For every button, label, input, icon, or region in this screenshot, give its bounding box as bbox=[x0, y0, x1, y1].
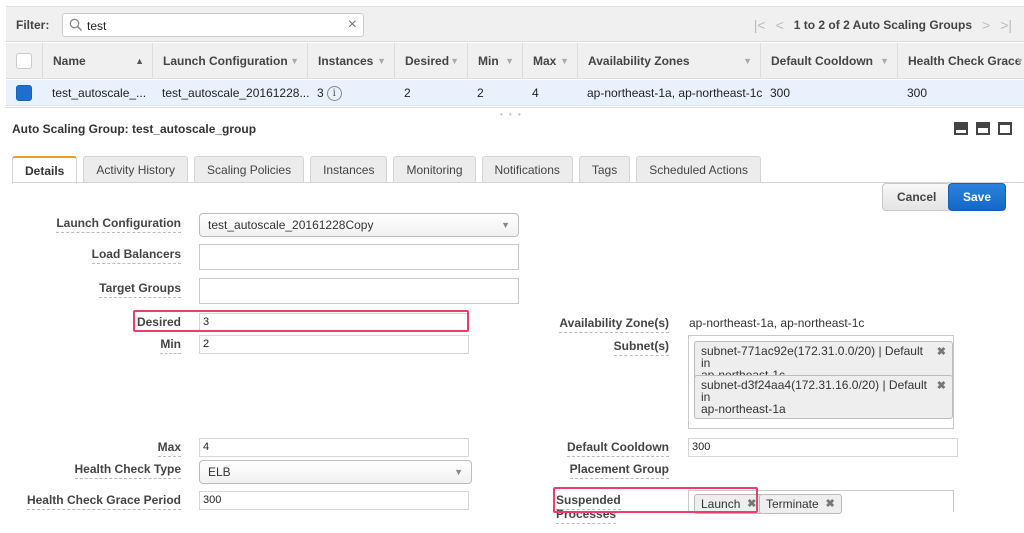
sort-icon: ▼ bbox=[450, 56, 459, 66]
first-page-icon[interactable]: |< bbox=[754, 17, 766, 33]
detail-tabs: Details Activity History Scaling Policie… bbox=[12, 156, 761, 184]
save-button[interactable]: Save bbox=[948, 183, 1007, 211]
health-check-type-select[interactable]: ELB ▼ bbox=[199, 460, 472, 484]
info-icon[interactable]: i bbox=[326, 86, 342, 102]
column-header-health-check-grace[interactable]: Health Check Grace ▼ bbox=[897, 43, 1024, 79]
remove-subnet-icon[interactable]: ✖ bbox=[937, 380, 946, 392]
table-header: Name ▲ Launch Configuration ▼ Instances ▼ D… bbox=[6, 43, 1024, 79]
tab-details[interactable]: Details bbox=[12, 156, 78, 184]
cell-health-check-grace: 300 bbox=[907, 86, 928, 100]
min-input[interactable]: 2 bbox=[199, 335, 469, 354]
pagination: |< < 1 to 2 of 2 Auto Scaling Groups > >… bbox=[754, 17, 1012, 33]
row-checkbox[interactable] bbox=[16, 85, 32, 101]
remove-subnet-icon[interactable]: ✖ bbox=[937, 346, 946, 358]
desired-input[interactable]: 3 bbox=[199, 313, 469, 332]
cell-launch-configuration: test_autoscale_20161228... bbox=[162, 86, 310, 100]
sort-asc-icon: ▲ bbox=[135, 56, 144, 66]
pagination-text: 1 to 2 of 2 Auto Scaling Groups bbox=[793, 18, 972, 32]
sort-icon: ▼ bbox=[560, 56, 569, 66]
availability-zones-value: ap-northeast-1a, ap-northeast-1c bbox=[689, 316, 865, 330]
sort-icon: ▼ bbox=[377, 56, 386, 66]
column-header-default-cooldown[interactable]: Default Cooldown ▼ bbox=[760, 43, 897, 79]
filter-label: Filter: bbox=[16, 18, 50, 32]
cell-default-cooldown: 300 bbox=[770, 86, 791, 100]
default-cooldown-input[interactable]: 300 bbox=[688, 438, 958, 457]
panel-resize-handle[interactable]: • • • bbox=[500, 110, 523, 119]
suspended-process-chip: Launch ✖ bbox=[694, 494, 764, 514]
sort-icon: ▼ bbox=[1015, 56, 1024, 66]
panel-title: Auto Scaling Group: test_autoscale_group bbox=[12, 122, 257, 136]
health-check-grace-period-label: Health Check Grace Period bbox=[20, 493, 181, 510]
suspended-process-chip: Terminate ✖ bbox=[759, 494, 842, 514]
prev-page-icon[interactable]: < bbox=[776, 17, 784, 33]
dropdown-caret-icon: ▼ bbox=[501, 220, 510, 230]
default-cooldown-label: Default Cooldown bbox=[540, 440, 669, 457]
max-label: Max bbox=[30, 440, 181, 457]
min-label: Min bbox=[30, 337, 181, 354]
column-header-availability-zones[interactable]: Availability Zones ▼ bbox=[577, 43, 760, 79]
search-icon bbox=[69, 18, 83, 32]
remove-process-icon[interactable]: ✖ bbox=[825, 495, 834, 513]
tab-notifications[interactable]: Notifications bbox=[481, 156, 573, 183]
cell-min: 2 bbox=[477, 86, 484, 100]
load-balancers-input[interactable] bbox=[199, 244, 519, 270]
subnets-multiselect[interactable]: subnet-771ac92e(172.31.0.0/20) | Default… bbox=[688, 335, 954, 429]
sort-icon: ▼ bbox=[290, 56, 299, 66]
column-header-launch-configuration[interactable]: Launch Configuration ▼ bbox=[152, 43, 307, 79]
tab-scaling-policies[interactable]: Scaling Policies bbox=[194, 156, 305, 183]
clear-filter-icon[interactable]: × bbox=[348, 16, 357, 34]
cell-name: test_autoscale_... bbox=[52, 86, 147, 100]
tab-activity-history[interactable]: Activity History bbox=[83, 156, 189, 183]
target-groups-label: Target Groups bbox=[30, 281, 181, 298]
layout-bottom-small-icon[interactable] bbox=[954, 122, 968, 135]
sort-icon: ▼ bbox=[743, 56, 752, 66]
column-header-instances[interactable]: Instances ▼ bbox=[307, 43, 394, 79]
filter-bar: Filter: test × |< < 1 to 2 of 2 Auto Sca… bbox=[6, 6, 1024, 42]
filter-input[interactable]: test × bbox=[62, 13, 364, 37]
cell-max: 4 bbox=[532, 86, 539, 100]
cell-availability-zones: ap-northeast-1a, ap-northeast-1c bbox=[587, 86, 763, 100]
health-check-type-label: Health Check Type bbox=[30, 462, 181, 479]
tab-monitoring[interactable]: Monitoring bbox=[393, 156, 476, 183]
desired-label: Desired bbox=[30, 315, 181, 332]
availability-zones-label: Availability Zone(s) bbox=[540, 316, 669, 333]
suspended-processes-multiselect[interactable]: Launch ✖ Terminate ✖ bbox=[688, 490, 954, 514]
filter-value: test bbox=[87, 19, 107, 33]
launch-configuration-label: Launch Configuration bbox=[30, 216, 181, 233]
column-header-name[interactable]: Name ▲ bbox=[42, 43, 152, 79]
cancel-button[interactable]: Cancel bbox=[882, 183, 952, 211]
tab-instances[interactable]: Instances bbox=[310, 156, 388, 183]
table-row[interactable]: test_autoscale_... test_autoscale_201612… bbox=[6, 80, 1024, 106]
target-groups-input[interactable] bbox=[199, 278, 519, 304]
placement-group-label: Placement Group bbox=[540, 462, 669, 479]
next-page-icon[interactable]: > bbox=[982, 17, 990, 33]
cell-desired: 2 bbox=[404, 86, 411, 100]
column-header-max[interactable]: Max ▼ bbox=[522, 43, 577, 79]
column-header-min[interactable]: Min ▼ bbox=[467, 43, 522, 79]
sort-icon: ▼ bbox=[505, 56, 514, 66]
remove-process-icon[interactable]: ✖ bbox=[747, 495, 756, 513]
layout-bottom-half-icon[interactable] bbox=[976, 122, 990, 135]
sort-icon: ▼ bbox=[880, 56, 889, 66]
launch-configuration-select[interactable]: test_autoscale_20161228Copy ▼ bbox=[199, 213, 519, 237]
subnet-chip: subnet-d3f24aa4(172.31.16.0/20) | Defaul… bbox=[694, 375, 953, 419]
dropdown-caret-icon: ▼ bbox=[454, 467, 463, 477]
load-balancers-label: Load Balancers bbox=[30, 247, 181, 264]
column-header-desired[interactable]: Desired ▼ bbox=[394, 43, 467, 79]
suspended-processes-label: Suspended Processes bbox=[556, 493, 669, 524]
tab-tags[interactable]: Tags bbox=[578, 156, 631, 183]
cell-instances: 3i bbox=[307, 80, 342, 106]
health-check-grace-period-input[interactable]: 300 bbox=[199, 491, 469, 510]
max-input[interactable]: 4 bbox=[199, 438, 469, 457]
select-all-checkbox[interactable] bbox=[16, 53, 32, 69]
subnets-label: Subnet(s) bbox=[540, 339, 669, 356]
layout-toggle-group bbox=[954, 122, 1012, 135]
last-page-icon[interactable]: >| bbox=[1000, 17, 1012, 33]
tab-divider bbox=[12, 182, 1024, 183]
tab-scheduled-actions[interactable]: Scheduled Actions bbox=[636, 156, 761, 183]
layout-bottom-full-icon[interactable] bbox=[998, 122, 1012, 135]
